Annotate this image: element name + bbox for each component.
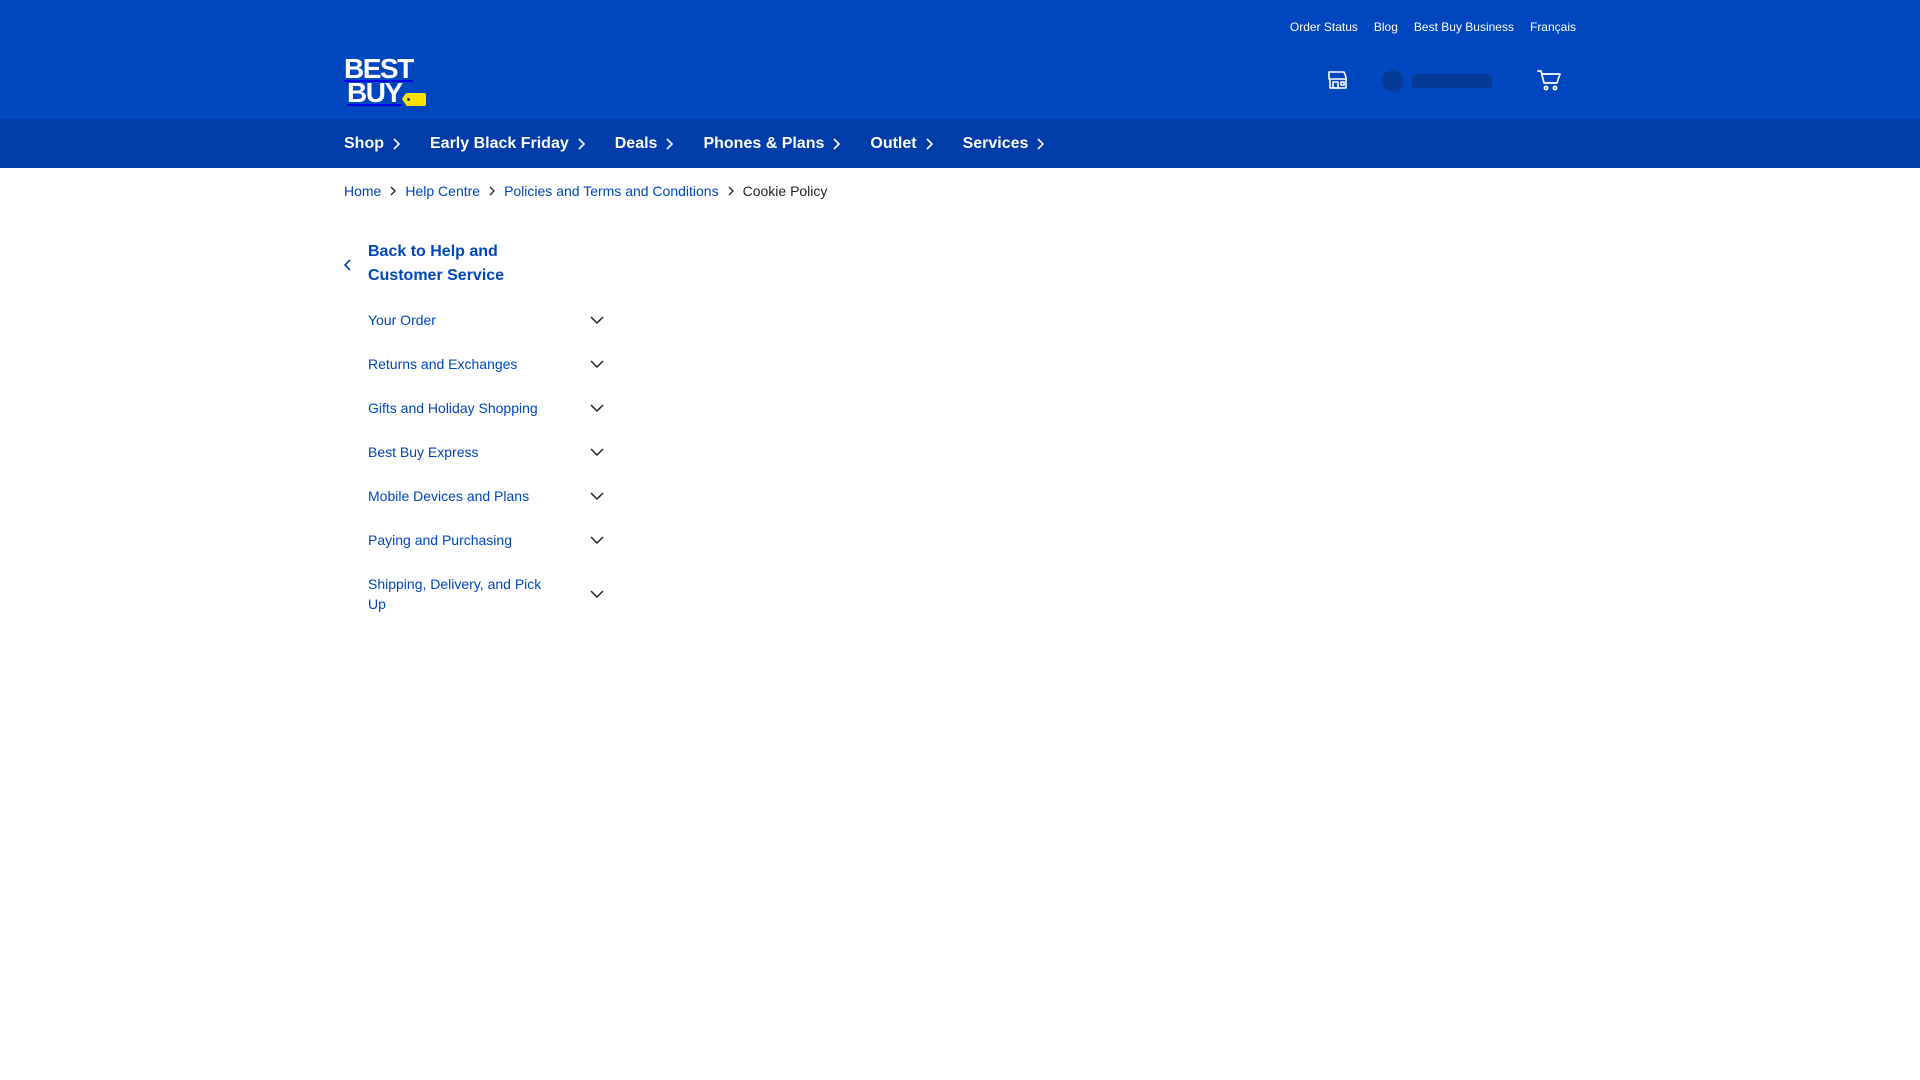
- breadcrumb-home[interactable]: Home: [344, 183, 381, 199]
- sidebar-item-your-order[interactable]: Your Order: [368, 298, 604, 342]
- sidebar-item-shipping-delivery[interactable]: Shipping, Delivery, and Pick Up: [368, 562, 604, 626]
- nav-item-label: Deals: [614, 134, 658, 152]
- francais-link[interactable]: Français: [1530, 20, 1576, 34]
- chevron-right-icon: [578, 137, 585, 150]
- chevron-right-icon: [393, 137, 400, 150]
- best-buy-logo[interactable]: BEST BUY: [344, 55, 428, 107]
- chevron-right-icon: [719, 186, 743, 196]
- chevron-down-icon: [590, 530, 604, 550]
- sidebar-item-paying-purchasing[interactable]: Paying and Purchasing: [368, 518, 604, 562]
- cart-icon[interactable]: [1536, 68, 1562, 92]
- utility-nav: Order Status Blog Best Buy Business Fran…: [1290, 20, 1576, 34]
- nav-item-early-black-friday[interactable]: Early Black Friday: [430, 135, 585, 153]
- breadcrumb-current: Cookie Policy: [742, 183, 828, 199]
- breadcrumb: Home Help Centre Policies and Terms and …: [344, 183, 827, 199]
- nav-item-shop[interactable]: Shop: [344, 135, 400, 153]
- chevron-down-icon: [590, 354, 604, 374]
- chevron-right-icon: [666, 137, 674, 150]
- chevron-down-icon: [590, 574, 604, 614]
- sidebar-item-returns-exchanges[interactable]: Returns and Exchanges: [368, 342, 604, 386]
- nav-item-label: Early Black Friday: [430, 134, 569, 152]
- main-nav: Shop Early Black Friday Deals Phones & P…: [344, 119, 1045, 168]
- nav-item-label: Services: [962, 134, 1029, 152]
- chevron-left-icon: [343, 240, 368, 288]
- sidebar-item-label: Paying and Purchasing: [368, 532, 512, 548]
- chevron-right-icon: [381, 186, 405, 196]
- help-sidebar-menu: Your Order Returns and Exchanges Gifts a…: [368, 298, 604, 626]
- account-avatar: [1382, 70, 1404, 92]
- nav-item-outlet[interactable]: Outlet: [870, 134, 933, 153]
- breadcrumb-help-centre[interactable]: Help Centre: [405, 183, 480, 199]
- nav-item-services[interactable]: Services: [963, 135, 1045, 153]
- store-icon[interactable]: [1326, 68, 1350, 92]
- sidebar-item-gifts-holiday[interactable]: Gifts and Holiday Shopping: [368, 386, 604, 430]
- nav-item-phones-plans[interactable]: Phones & Plans: [703, 134, 841, 153]
- back-to-help-link[interactable]: Back to Help and Customer Service: [343, 240, 528, 288]
- site-header: Order Status Blog Best Buy Business Fran…: [0, 0, 1920, 119]
- sidebar-item-best-buy-express[interactable]: Best Buy Express: [368, 430, 604, 474]
- sidebar-item-mobile-devices[interactable]: Mobile Devices and Plans: [368, 474, 604, 518]
- chevron-down-icon: [590, 310, 604, 330]
- sidebar-item-label: Gifts and Holiday Shopping: [368, 400, 538, 416]
- logo-price-tag-icon: [402, 93, 426, 106]
- account-menu[interactable]: [1382, 70, 1492, 92]
- order-status-link[interactable]: Order Status: [1290, 20, 1358, 34]
- chevron-down-icon: [590, 442, 604, 462]
- back-to-help-label: Back to Help and Customer Service: [368, 243, 505, 284]
- chevron-right-icon: [1037, 137, 1045, 150]
- sidebar-item-label: Shipping, Delivery, and Pick Up: [368, 576, 542, 612]
- chevron-right-icon: [926, 137, 933, 150]
- blog-link[interactable]: Blog: [1374, 20, 1398, 34]
- sidebar-item-label: Returns and Exchanges: [368, 356, 518, 372]
- chevron-down-icon: [590, 398, 604, 418]
- account-name-placeholder: [1412, 74, 1492, 88]
- nav-item-label: Phones & Plans: [703, 134, 825, 152]
- chevron-right-icon: [480, 186, 504, 196]
- nav-item-label: Outlet: [870, 134, 917, 152]
- sidebar-item-label: Best Buy Express: [368, 444, 479, 460]
- best-buy-business-link[interactable]: Best Buy Business: [1414, 20, 1514, 34]
- chevron-down-icon: [590, 486, 604, 506]
- nav-item-deals[interactable]: Deals: [615, 135, 674, 153]
- main-nav-bar: Shop Early Black Friday Deals Phones & P…: [0, 119, 1920, 168]
- sidebar-item-label: Your Order: [368, 312, 436, 328]
- nav-item-label: Shop: [344, 134, 384, 152]
- breadcrumb-policies[interactable]: Policies and Terms and Conditions: [504, 183, 719, 199]
- sidebar-item-label: Mobile Devices and Plans: [368, 488, 530, 504]
- chevron-right-icon: [833, 137, 841, 150]
